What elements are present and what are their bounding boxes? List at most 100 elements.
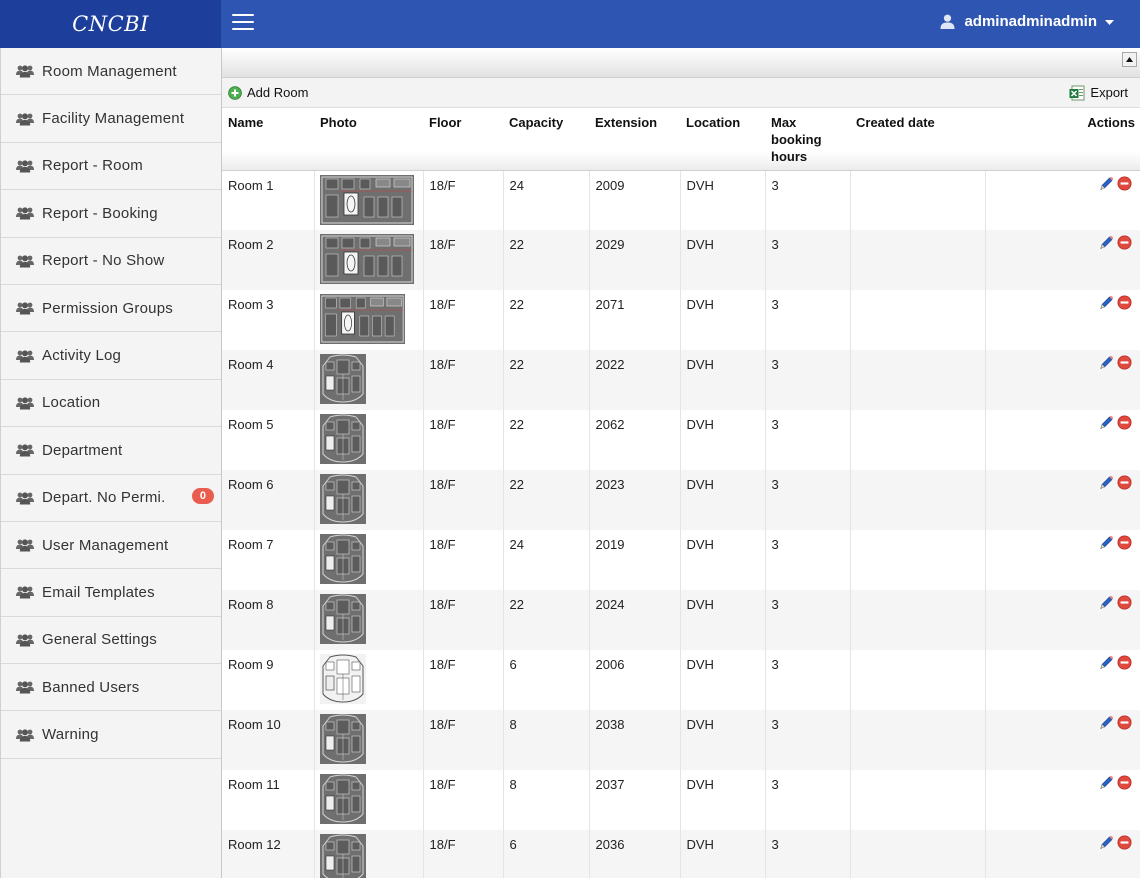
- sidebar-item-user-management[interactable]: User Management: [1, 522, 221, 570]
- table-row[interactable]: Room 2 18/F 22 2029 DVH 3: [222, 230, 1140, 290]
- extension-cell: 2023: [589, 470, 681, 530]
- delete-icon[interactable]: [1117, 235, 1132, 250]
- table-header-row: Name Photo Floor Capacity Extension Loca…: [222, 108, 1140, 171]
- delete-icon[interactable]: [1117, 535, 1132, 550]
- table-row[interactable]: Room 8 18/F 22 2024 DVH 3: [222, 590, 1140, 650]
- capacity-cell: 22: [503, 230, 590, 290]
- sidebar-item-label: Banned Users: [42, 678, 140, 696]
- column-header-photo[interactable]: Photo: [314, 108, 423, 171]
- delete-icon[interactable]: [1117, 176, 1132, 191]
- sidebar-item-facility-management[interactable]: Facility Management: [1, 95, 221, 143]
- delete-icon[interactable]: [1117, 775, 1132, 790]
- floor-plan-thumbnail[interactable]: [319, 594, 419, 644]
- edit-icon[interactable]: [1098, 355, 1114, 371]
- delete-icon[interactable]: [1117, 715, 1132, 730]
- delete-icon[interactable]: [1117, 655, 1132, 670]
- edit-icon[interactable]: [1098, 595, 1114, 611]
- menu-toggle-icon[interactable]: [232, 14, 254, 32]
- floor-plan-thumbnail[interactable]: [319, 354, 419, 404]
- sidebar-item-warning[interactable]: Warning: [1, 711, 221, 759]
- column-header-name[interactable]: Name: [222, 108, 314, 171]
- sidebar-item-location[interactable]: Location: [1, 380, 221, 428]
- sidebar-item-permission-groups[interactable]: Permission Groups: [1, 285, 221, 333]
- floor-plan-thumbnail[interactable]: [319, 654, 419, 704]
- table-row[interactable]: Room 1 18/F 24 2009 DVH 3: [222, 170, 1140, 230]
- delete-icon[interactable]: [1117, 595, 1132, 610]
- actions-cell: [985, 350, 1140, 410]
- location-cell: DVH: [680, 590, 766, 650]
- column-header-floor[interactable]: Floor: [423, 108, 503, 171]
- sidebar-item-room-management[interactable]: Room Management: [1, 48, 221, 96]
- delete-icon[interactable]: [1117, 295, 1132, 310]
- column-header-capacity[interactable]: Capacity: [503, 108, 589, 171]
- extension-cell: 2022: [589, 350, 681, 410]
- column-header-extension[interactable]: Extension: [589, 108, 680, 171]
- edit-icon[interactable]: [1098, 715, 1114, 731]
- users-icon: [16, 443, 34, 457]
- table-row[interactable]: Room 4 18/F 22 2022 DVH 3: [222, 350, 1140, 410]
- edit-icon[interactable]: [1098, 475, 1114, 491]
- edit-icon[interactable]: [1098, 775, 1114, 791]
- room-name-cell: Room 3: [222, 290, 315, 350]
- floor-plan-thumbnail[interactable]: [319, 714, 419, 764]
- sidebar-item-label: Activity Log: [42, 347, 122, 365]
- delete-icon[interactable]: [1117, 835, 1132, 850]
- sidebar-item-general-settings[interactable]: General Settings: [1, 617, 221, 665]
- floor-plan-thumbnail[interactable]: [319, 414, 419, 464]
- edit-icon[interactable]: [1098, 415, 1114, 431]
- table-row[interactable]: Room 7 18/F 24 2019 DVH 3: [222, 530, 1140, 590]
- room-photo-cell: [314, 170, 424, 230]
- table-row[interactable]: Room 11 18/F 8 2037 DVH 3: [222, 770, 1140, 830]
- edit-icon[interactable]: [1098, 295, 1114, 311]
- table-row[interactable]: Room 3 18/F 22 2071 DVH 3: [222, 290, 1140, 350]
- floor-plan-thumbnail[interactable]: [319, 534, 419, 584]
- floor-plan-thumbnail[interactable]: [319, 834, 419, 878]
- max-booking-hours-cell: 3: [765, 170, 851, 230]
- capacity-cell: 24: [503, 530, 590, 590]
- delete-icon[interactable]: [1117, 415, 1132, 430]
- delete-icon[interactable]: [1117, 355, 1132, 370]
- table-row[interactable]: Room 12 18/F 6 2036 DVH 3: [222, 830, 1140, 878]
- location-cell: DVH: [680, 170, 766, 230]
- sidebar-item-banned-users[interactable]: Banned Users: [1, 664, 221, 712]
- sidebar-item-activity-log[interactable]: Activity Log: [1, 332, 221, 380]
- floor-plan-thumbnail[interactable]: [319, 234, 419, 284]
- sidebar-item-depart-no-permi[interactable]: Depart. No Permi. 0: [1, 475, 221, 522]
- table-row[interactable]: Room 10 18/F 8 2038 DVH 3: [222, 710, 1140, 770]
- sidebar-item-report-no-show[interactable]: Report - No Show: [1, 238, 221, 285]
- sidebar-item-report-room[interactable]: Report - Room: [1, 143, 221, 191]
- floor-plan-thumbnail[interactable]: [319, 294, 419, 344]
- edit-icon[interactable]: [1098, 176, 1114, 192]
- edit-icon[interactable]: [1098, 235, 1114, 251]
- room-name-cell: Room 12: [222, 830, 315, 878]
- max-booking-hours-cell: 3: [765, 590, 851, 650]
- edit-icon[interactable]: [1098, 535, 1114, 551]
- edit-icon[interactable]: [1098, 655, 1114, 671]
- floor-cell: 18/F: [423, 830, 504, 878]
- delete-icon[interactable]: [1117, 475, 1132, 490]
- extension-cell: 2037: [589, 770, 681, 830]
- table-row[interactable]: Room 6 18/F 22 2023 DVH 3: [222, 470, 1140, 530]
- column-header-actions: Actions: [985, 108, 1140, 171]
- actions-cell: [985, 770, 1140, 830]
- edit-icon[interactable]: [1098, 835, 1114, 851]
- add-room-button[interactable]: Add Room: [228, 78, 308, 107]
- sidebar-item-report-booking[interactable]: Report - Booking: [1, 190, 221, 238]
- table-row[interactable]: Room 5 18/F 22 2062 DVH 3: [222, 410, 1140, 470]
- column-header-location[interactable]: Location: [680, 108, 765, 171]
- column-header-created-date[interactable]: Created date: [850, 108, 985, 171]
- table-row[interactable]: Room 9 18/F 6 2006 DVH 3: [222, 650, 1140, 710]
- column-header-max-booking-hours[interactable]: Max booking hours: [765, 108, 850, 171]
- export-button[interactable]: Export: [1069, 78, 1128, 107]
- user-menu[interactable]: adminadminadmin: [940, 13, 1114, 30]
- sidebar-item-email-templates[interactable]: Email Templates: [1, 569, 221, 617]
- floor-plan-thumbnail[interactable]: [319, 174, 419, 225]
- users-icon: [16, 538, 34, 552]
- floor-plan-thumbnail[interactable]: [319, 774, 419, 824]
- floor-plan-thumbnail[interactable]: [319, 474, 419, 524]
- collapse-button[interactable]: [1122, 52, 1137, 67]
- sidebar-item-department[interactable]: Department: [1, 427, 221, 475]
- sidebar-item-label: Facility Management: [42, 110, 185, 128]
- brand-logo[interactable]: CNCBI: [0, 0, 221, 48]
- extension-cell: 2009: [589, 170, 681, 230]
